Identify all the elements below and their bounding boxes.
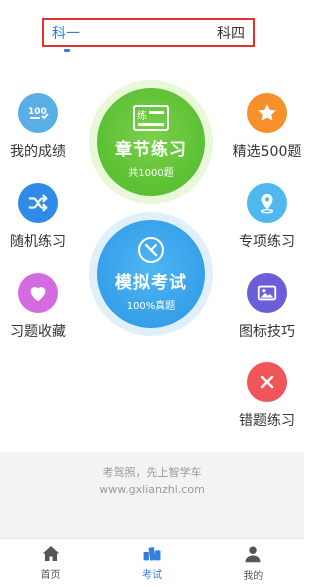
- chapter-practice-button[interactable]: 练 章节练习 共1000题: [89, 80, 213, 204]
- mock-exam-title: 模拟考试: [115, 273, 187, 293]
- image-icon: [247, 273, 287, 313]
- wrong-questions-button[interactable]: 错题练习: [234, 362, 300, 430]
- tab-home[interactable]: 首页: [0, 539, 101, 587]
- bottom-tab-bar: 首页 考试 我的: [0, 538, 304, 587]
- svg-text:100: 100: [28, 107, 47, 117]
- user-icon: [245, 546, 261, 563]
- chapter-practice-title: 章节练习: [115, 140, 187, 160]
- random-practice-button[interactable]: 随机练习: [6, 183, 70, 251]
- sign-tips-label: 图标技巧: [239, 324, 295, 340]
- favorites-label: 习题收藏: [10, 324, 66, 340]
- subject-tabs: 科一 科四: [42, 18, 255, 47]
- heart-icon: [18, 273, 58, 313]
- random-practice-label: 随机练习: [10, 234, 66, 250]
- footer-slogan: 考驾照，先上智学车: [102, 466, 202, 479]
- sign-tips-button[interactable]: 图标技巧: [234, 273, 300, 341]
- practice-book-icon: 练: [133, 105, 169, 131]
- close-icon: [247, 362, 287, 402]
- svg-text:练: 练: [137, 109, 147, 122]
- tab-exam-label: 考试: [141, 570, 162, 581]
- mock-exam-button[interactable]: 模拟考试 100%真题: [89, 212, 213, 336]
- tab-mine[interactable]: 我的: [203, 539, 304, 587]
- home-icon: [42, 546, 59, 561]
- my-scores-button[interactable]: 100 我的成绩: [6, 93, 70, 161]
- footer-band: 考驾照，先上智学车 www.gxlianzhi.com: [0, 452, 304, 538]
- special-practice-label: 专项练习: [239, 234, 295, 250]
- wrong-questions-label: 错题练习: [239, 413, 295, 429]
- tab-mine-label: 我的: [243, 571, 264, 582]
- active-tab-indicator: [64, 49, 70, 52]
- selected-500-label: 精选500题: [232, 144, 302, 160]
- tab-exam[interactable]: 考试: [101, 539, 202, 587]
- chapter-practice-count: 共1000题: [128, 168, 174, 179]
- location-icon: [247, 183, 287, 223]
- shuffle-icon: [18, 183, 58, 223]
- favorites-button[interactable]: 习题收藏: [6, 273, 70, 341]
- exam-tab-icon: [143, 547, 161, 561]
- special-practice-button[interactable]: 专项练习: [234, 183, 300, 251]
- footer-url: www.gxlianzhi.com: [99, 483, 205, 496]
- mock-exam-core: 模拟考试 100%真题: [97, 220, 205, 328]
- mock-exam-subtitle: 100%真题: [126, 301, 176, 312]
- tab-subject-one[interactable]: 科一: [52, 23, 80, 43]
- tab-home-label: 首页: [40, 570, 61, 581]
- star-icon: [247, 93, 287, 133]
- my-scores-label: 我的成绩: [10, 144, 66, 160]
- score-icon: 100: [18, 93, 58, 133]
- selected-500-button[interactable]: 精选500题: [232, 93, 302, 161]
- tab-subject-four[interactable]: 科四: [217, 23, 245, 43]
- chapter-practice-core: 练 章节练习 共1000题: [97, 88, 205, 196]
- exam-pen-icon: [138, 237, 164, 263]
